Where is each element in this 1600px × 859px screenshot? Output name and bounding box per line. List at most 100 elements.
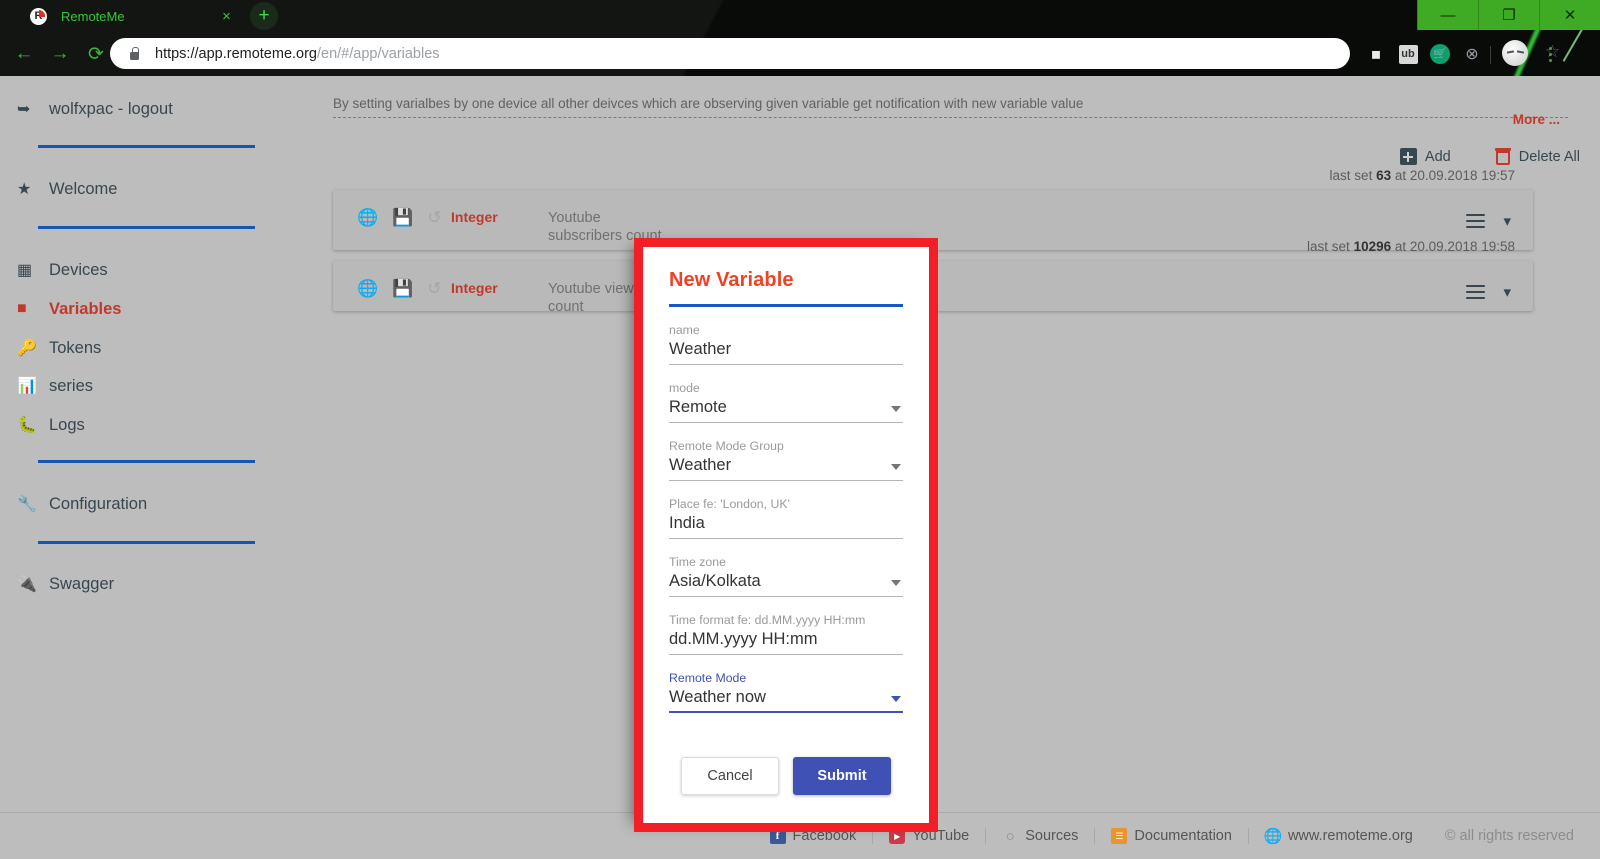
- new-tab-button[interactable]: +: [250, 2, 278, 30]
- field-label: mode: [669, 381, 700, 395]
- field-remote-mode-group[interactable]: Remote Mode Group Weather: [669, 439, 903, 481]
- menu-icon[interactable]: [1466, 285, 1486, 299]
- main-content: By setting varialbes by one device all o…: [300, 76, 1600, 813]
- cart-badge: 🛒: [1430, 44, 1450, 64]
- new-variable-dialog: New Variable name Weather mode Remote Re…: [634, 238, 938, 832]
- sidebar-item-label: Tokens: [49, 338, 102, 357]
- chevron-down-icon[interactable]: [891, 464, 901, 470]
- history-icon[interactable]: ↺: [427, 208, 441, 228]
- url-host: https://app.remoteme.org: [155, 45, 317, 62]
- footer-link-documentation[interactable]: ☰ Documentation: [1094, 828, 1248, 844]
- field-time-format[interactable]: Time format fe: dd.MM.yyyy HH:mm dd.MM.y…: [669, 613, 903, 655]
- dialog-actions: Cancel Submit: [669, 757, 903, 795]
- footer-link-label: Documentation: [1134, 828, 1232, 844]
- forward-icon[interactable]: →: [48, 42, 72, 66]
- maximize-icon[interactable]: ❐: [1478, 0, 1539, 30]
- cube-extension-icon[interactable]: ◼: [1364, 42, 1388, 66]
- sidebar-item-label: series: [49, 376, 94, 395]
- time-format-input[interactable]: dd.MM.yyyy HH:mm: [669, 630, 903, 655]
- submit-button[interactable]: Submit: [793, 757, 891, 795]
- field-name[interactable]: name Weather: [669, 323, 903, 365]
- window-close-icon[interactable]: ✕: [1539, 0, 1600, 30]
- reload-icon[interactable]: ⟳: [84, 42, 108, 66]
- browser-tab[interactable]: R RemoteMe: [14, 0, 242, 32]
- close-icon[interactable]: ×: [218, 8, 235, 25]
- sidebar-item-logout[interactable]: ➥ wolfxpac - logout: [17, 96, 300, 122]
- sidebar-item-tokens[interactable]: 🔑 Tokens: [17, 335, 300, 361]
- row-meta-value: 10296: [1353, 239, 1392, 254]
- tab-title: RemoteMe: [61, 8, 125, 24]
- chevron-down-icon[interactable]: ▾: [1503, 283, 1511, 301]
- time-zone-select[interactable]: Asia/Kolkata: [669, 572, 903, 597]
- globe-icon: 🌐: [1263, 828, 1283, 845]
- row-meta-prefix: last set: [1307, 239, 1350, 254]
- back-icon[interactable]: ←: [12, 42, 36, 66]
- key-icon: 🔑: [17, 340, 37, 357]
- sidebar-item-label: Welcome: [49, 179, 118, 198]
- remote-mode-group-select[interactable]: Weather: [669, 456, 903, 481]
- dialog-body: New Variable name Weather mode Remote Re…: [643, 247, 929, 823]
- sidebar-item-label: wolfxpac - logout: [49, 99, 173, 118]
- info-text: By setting varialbes by one device all o…: [333, 96, 1084, 111]
- menu-icon[interactable]: [1466, 214, 1486, 228]
- remote-mode-select[interactable]: Weather now: [669, 688, 903, 713]
- star-icon: ★: [17, 181, 32, 198]
- remoteme-logo-icon: R: [30, 7, 47, 25]
- mode-select[interactable]: Remote: [669, 398, 903, 423]
- cart-extension-icon[interactable]: 🛒: [1428, 42, 1452, 66]
- sidebar-item-devices[interactable]: ▦ Devices: [17, 257, 300, 283]
- field-label: Place fe: 'London, UK': [669, 497, 790, 511]
- more-link[interactable]: More ...: [1513, 112, 1560, 127]
- delete-all-button[interactable]: Delete All: [1494, 148, 1580, 165]
- copyright-text: © all rights reserved: [1444, 828, 1574, 844]
- github-icon: ○: [1005, 827, 1015, 845]
- globe-icon[interactable]: 🌐: [357, 279, 378, 299]
- name-input[interactable]: Weather: [669, 340, 903, 365]
- footer-link-sources[interactable]: ○ Sources: [985, 827, 1094, 845]
- row-controls: ▾: [1466, 212, 1511, 230]
- sidebar-item-series[interactable]: 📊 series: [17, 373, 300, 399]
- chevron-down-icon[interactable]: [891, 580, 901, 586]
- field-time-zone[interactable]: Time zone Asia/Kolkata: [669, 555, 903, 597]
- save-icon[interactable]: 💾: [392, 279, 413, 299]
- sidebar-item-configuration[interactable]: 🔧 Configuration: [17, 491, 300, 517]
- cancel-button[interactable]: Cancel: [681, 757, 779, 795]
- logout-icon: ➥: [17, 101, 31, 118]
- add-icon: [1399, 148, 1417, 165]
- add-button[interactable]: Add: [1399, 148, 1451, 165]
- url-path: /en/#/app/variables: [317, 45, 440, 62]
- chevron-down-icon[interactable]: [891, 406, 901, 412]
- field-label: name: [669, 323, 700, 337]
- sidebar-item-logs[interactable]: 🐛 Logs: [17, 412, 300, 438]
- history-icon[interactable]: ↺: [427, 279, 441, 299]
- save-icon[interactable]: 💾: [392, 208, 413, 228]
- lock-icon: [128, 47, 141, 60]
- toolbar-divider: [1490, 46, 1491, 64]
- field-place[interactable]: Place fe: 'London, UK' India: [669, 497, 903, 539]
- chrome-menu-icon[interactable]: [1540, 42, 1560, 66]
- row-meta-suffix: at 20.09.2018 19:58: [1394, 239, 1515, 254]
- chevron-down-icon[interactable]: [891, 695, 901, 702]
- footer-link-website[interactable]: 🌐 www.remoteme.org: [1247, 828, 1429, 845]
- info-banner: By setting varialbes by one device all o…: [333, 96, 1568, 127]
- field-mode[interactable]: mode Remote: [669, 381, 903, 423]
- title-underline: [669, 304, 903, 307]
- delete-all-button-label: Delete All: [1518, 148, 1580, 165]
- field-remote-mode[interactable]: Remote Mode Weather now: [669, 671, 903, 713]
- variable-file-icon: ■: [17, 300, 27, 317]
- block-extension-icon[interactable]: ⊗: [1460, 42, 1484, 66]
- globe-icon[interactable]: 🌐: [357, 208, 378, 228]
- sidebar: ➥ wolfxpac - logout ★ Welcome ▦ Devices …: [0, 76, 300, 813]
- address-bar[interactable]: https://app.remoteme.org/en/#/app/variab…: [110, 38, 1350, 69]
- avatar[interactable]: [1502, 40, 1528, 66]
- sidebar-item-welcome[interactable]: ★ Welcome: [17, 176, 300, 202]
- sidebar-item-label: Logs: [49, 415, 85, 434]
- place-input[interactable]: India: [669, 514, 903, 539]
- chevron-down-icon[interactable]: ▾: [1503, 212, 1511, 230]
- minimize-icon[interactable]: —: [1417, 0, 1478, 30]
- ublock-extension-icon[interactable]: ub: [1396, 42, 1420, 66]
- sidebar-item-variables[interactable]: ■ Variables: [17, 296, 300, 322]
- chip-icon: ▦: [17, 262, 33, 279]
- row-type: Integer: [451, 280, 498, 296]
- sidebar-item-swagger[interactable]: 🔌 Swagger: [17, 571, 300, 597]
